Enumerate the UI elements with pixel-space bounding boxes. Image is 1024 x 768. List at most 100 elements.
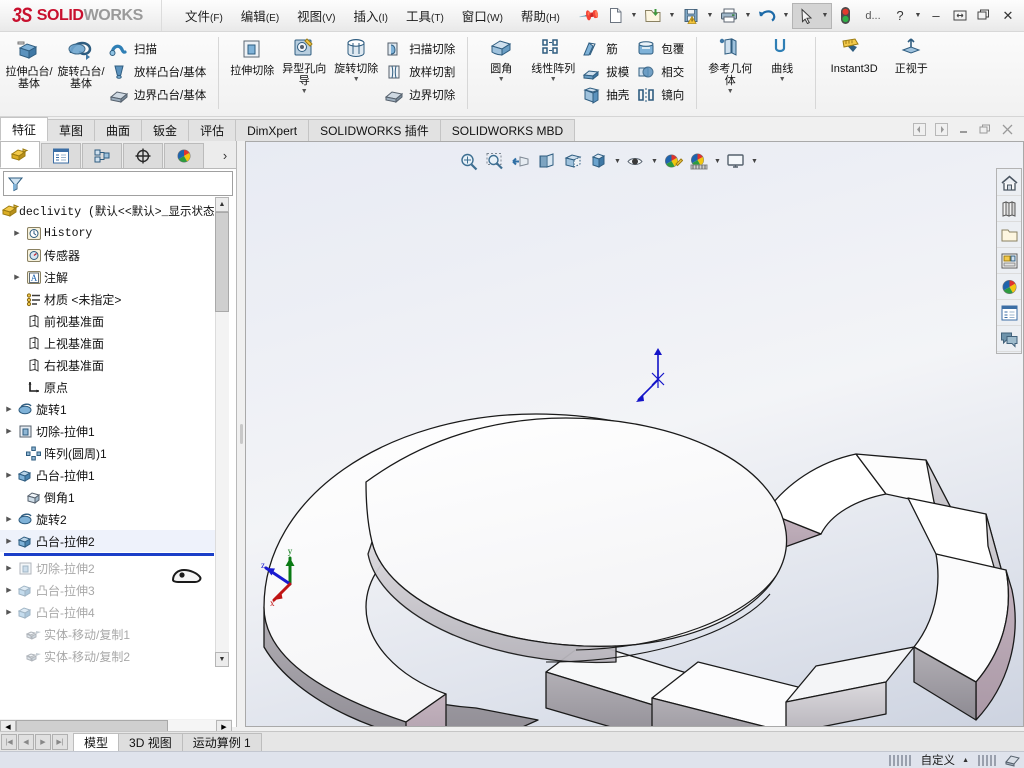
rollback-handle-icon[interactable] <box>170 565 204 589</box>
tab-next-button[interactable]: ▶ <box>35 733 51 750</box>
tree-expander[interactable]: ▶ <box>2 564 16 572</box>
tree-item-revolve1[interactable]: ▶ 旋转1 <box>0 398 222 420</box>
tab-prev-button[interactable]: ◀ <box>18 733 34 750</box>
menu-insert[interactable]: 插入(I) <box>345 2 397 29</box>
custom-properties-button[interactable] <box>997 300 1021 326</box>
tree-item-revolve2[interactable]: ▶ 旋转2 <box>0 508 222 530</box>
tree-item-root[interactable]: declivity (默认<<默认>_显示状态 1 <box>0 200 222 222</box>
tab-features[interactable]: 特征 <box>0 117 49 141</box>
shell-button[interactable]: 抽壳 <box>579 83 634 106</box>
tree-expander[interactable]: ▶ <box>2 471 16 479</box>
select-arrow-icon[interactable] <box>793 3 819 29</box>
tree-expander[interactable]: ▶ <box>10 273 24 281</box>
tab-surfaces[interactable]: 曲面 <box>94 119 143 141</box>
revolve-boss-button[interactable]: 旋转凸台/基体 <box>55 35 107 92</box>
rollback-bar[interactable] <box>4 553 214 556</box>
tree-item-sensors[interactable]: 传感器 <box>0 244 222 266</box>
menu-window[interactable]: 窗口(W) <box>453 2 512 29</box>
tree-item-cut-extrude1[interactable]: ▶ 切除-拉伸1 <box>0 420 222 442</box>
configuration-manager-tab[interactable] <box>82 143 122 168</box>
tree-item-history[interactable]: ▶ History <box>0 222 222 244</box>
rebuild-status-icon[interactable] <box>832 3 858 29</box>
tree-expander[interactable]: ▶ <box>2 537 16 545</box>
menu-tools[interactable]: 工具(T) <box>397 2 453 29</box>
close-button[interactable]: ✕ <box>996 3 1020 29</box>
fillet-button[interactable]: 圆角 ▼ <box>475 35 527 85</box>
tree-item-combine1[interactable]: 组合1 <box>0 667 222 670</box>
search-box[interactable]: d... <box>858 10 888 22</box>
menu-edit[interactable]: 编辑(E) <box>232 2 288 29</box>
model-3d-view[interactable] <box>246 142 1024 727</box>
save-button[interactable] <box>678 3 704 29</box>
forum-button[interactable] <box>997 326 1021 352</box>
tree-item-annotations[interactable]: ▶ A 注解 <box>0 266 222 288</box>
reference-geometry-button[interactable]: 参考几何体 ▼ <box>704 35 756 97</box>
tab-3d-views[interactable]: 3D 视图 <box>118 732 183 751</box>
mirror-button[interactable]: 镜向 <box>634 83 689 106</box>
feature-tree-tab[interactable] <box>0 141 40 168</box>
tree-expander[interactable]: ▶ <box>2 515 16 523</box>
tree-expander[interactable]: ▶ <box>2 608 16 616</box>
boundary-cut-button[interactable]: 边界切除 <box>382 83 460 106</box>
new-document-button[interactable] <box>602 3 628 29</box>
revolved-cut-button[interactable]: 旋转切除 ▼ <box>330 35 382 85</box>
tree-item-chamfer1[interactable]: 倒角1 <box>0 486 222 508</box>
tree-item-move-copy-body2[interactable]: 实体-移动/复制2 <box>0 645 222 667</box>
tree-expander[interactable]: ▶ <box>10 229 24 237</box>
view-palette-button[interactable] <box>997 248 1021 274</box>
display-manager-tab[interactable] <box>164 143 204 168</box>
save-dropdown[interactable]: ▼ <box>704 3 716 29</box>
tree-item-front-plane[interactable]: 前视基准面 <box>0 310 222 332</box>
feature-tree-scroll-thumb[interactable] <box>215 212 229 312</box>
tab-first-button[interactable]: |◀ <box>1 733 17 750</box>
linear-pattern-button[interactable]: 线性阵列 ▼ <box>527 35 579 85</box>
tab-model[interactable]: 模型 <box>73 732 120 751</box>
solidworks-resources-button[interactable] <box>997 170 1021 196</box>
extruded-cut-button[interactable]: 拉伸切除 <box>226 35 278 79</box>
select-dropdown[interactable]: ▼ <box>819 3 831 29</box>
file-explorer-button[interactable] <box>997 222 1021 248</box>
rib-button[interactable]: 筋 <box>579 37 634 60</box>
custom-status-label[interactable]: 自定义 <box>921 752 956 768</box>
curves-button[interactable]: 曲线 ▼ <box>756 35 808 85</box>
feature-tree-scroll-up[interactable]: ▲ <box>215 197 229 212</box>
linear-pattern-dropdown[interactable]: ▼ <box>550 76 557 83</box>
draft-button[interactable]: 拔模 <box>579 60 634 83</box>
help-dropdown[interactable]: ▼ <box>912 3 924 29</box>
sweep-button[interactable]: 扫描 <box>107 37 211 60</box>
appearances-scenes-button[interactable] <box>997 274 1021 300</box>
tree-expander[interactable]: ▶ <box>2 586 16 594</box>
maximize-button[interactable] <box>972 3 996 29</box>
tree-item-boss-extrude2[interactable]: ▶ 凸台-拉伸2 <box>0 530 222 552</box>
panel-splitter-grip[interactable] <box>240 424 243 444</box>
lofted-cut-button[interactable]: 放样切割 <box>382 60 460 83</box>
doc-next-button[interactable] <box>930 119 952 139</box>
swept-cut-button[interactable]: 扫描切除 <box>382 37 460 60</box>
open-document-button[interactable] <box>640 3 666 29</box>
tree-item-material[interactable]: 材质 <未指定> <box>0 288 222 310</box>
tab-last-button[interactable]: ▶| <box>52 733 68 750</box>
status-expand-arrow[interactable]: ▲ <box>962 757 969 764</box>
help-button[interactable]: ? <box>888 3 912 29</box>
extrude-boss-button[interactable]: 拉伸凸台/基体 <box>3 35 55 92</box>
new-document-dropdown[interactable]: ▼ <box>628 3 640 29</box>
revolved-cut-dropdown[interactable]: ▼ <box>353 76 360 83</box>
tab-solidworks-addins[interactable]: SOLIDWORKS 插件 <box>308 119 441 141</box>
wrap-button[interactable]: 包覆 <box>634 37 689 60</box>
doc-prev-button[interactable] <box>908 119 930 139</box>
tab-sketch[interactable]: 草图 <box>47 119 96 141</box>
tree-item-origin[interactable]: 原点 <box>0 376 222 398</box>
restore-button[interactable] <box>948 3 972 29</box>
menu-help[interactable]: 帮助(H) <box>512 2 569 29</box>
design-library-button[interactable] <box>997 196 1021 222</box>
tree-item-boss-extrude4[interactable]: ▶ 凸台-拉伸4 <box>0 601 222 623</box>
dimxpert-manager-tab[interactable] <box>123 143 163 168</box>
tab-motion-study[interactable]: 运动算例 1 <box>181 732 262 751</box>
menu-file[interactable]: 文件(F) <box>176 2 232 29</box>
feature-tree-filter[interactable] <box>3 171 233 196</box>
tree-item-boss-extrude1[interactable]: ▶ 凸台-拉伸1 <box>0 464 222 486</box>
doc-close-button[interactable] <box>996 119 1018 139</box>
intersect-button[interactable]: 相交 <box>634 60 689 83</box>
tab-solidworks-mbd[interactable]: SOLIDWORKS MBD <box>439 119 576 141</box>
tree-item-move-copy-body1[interactable]: 实体-移动/复制1 <box>0 623 222 645</box>
